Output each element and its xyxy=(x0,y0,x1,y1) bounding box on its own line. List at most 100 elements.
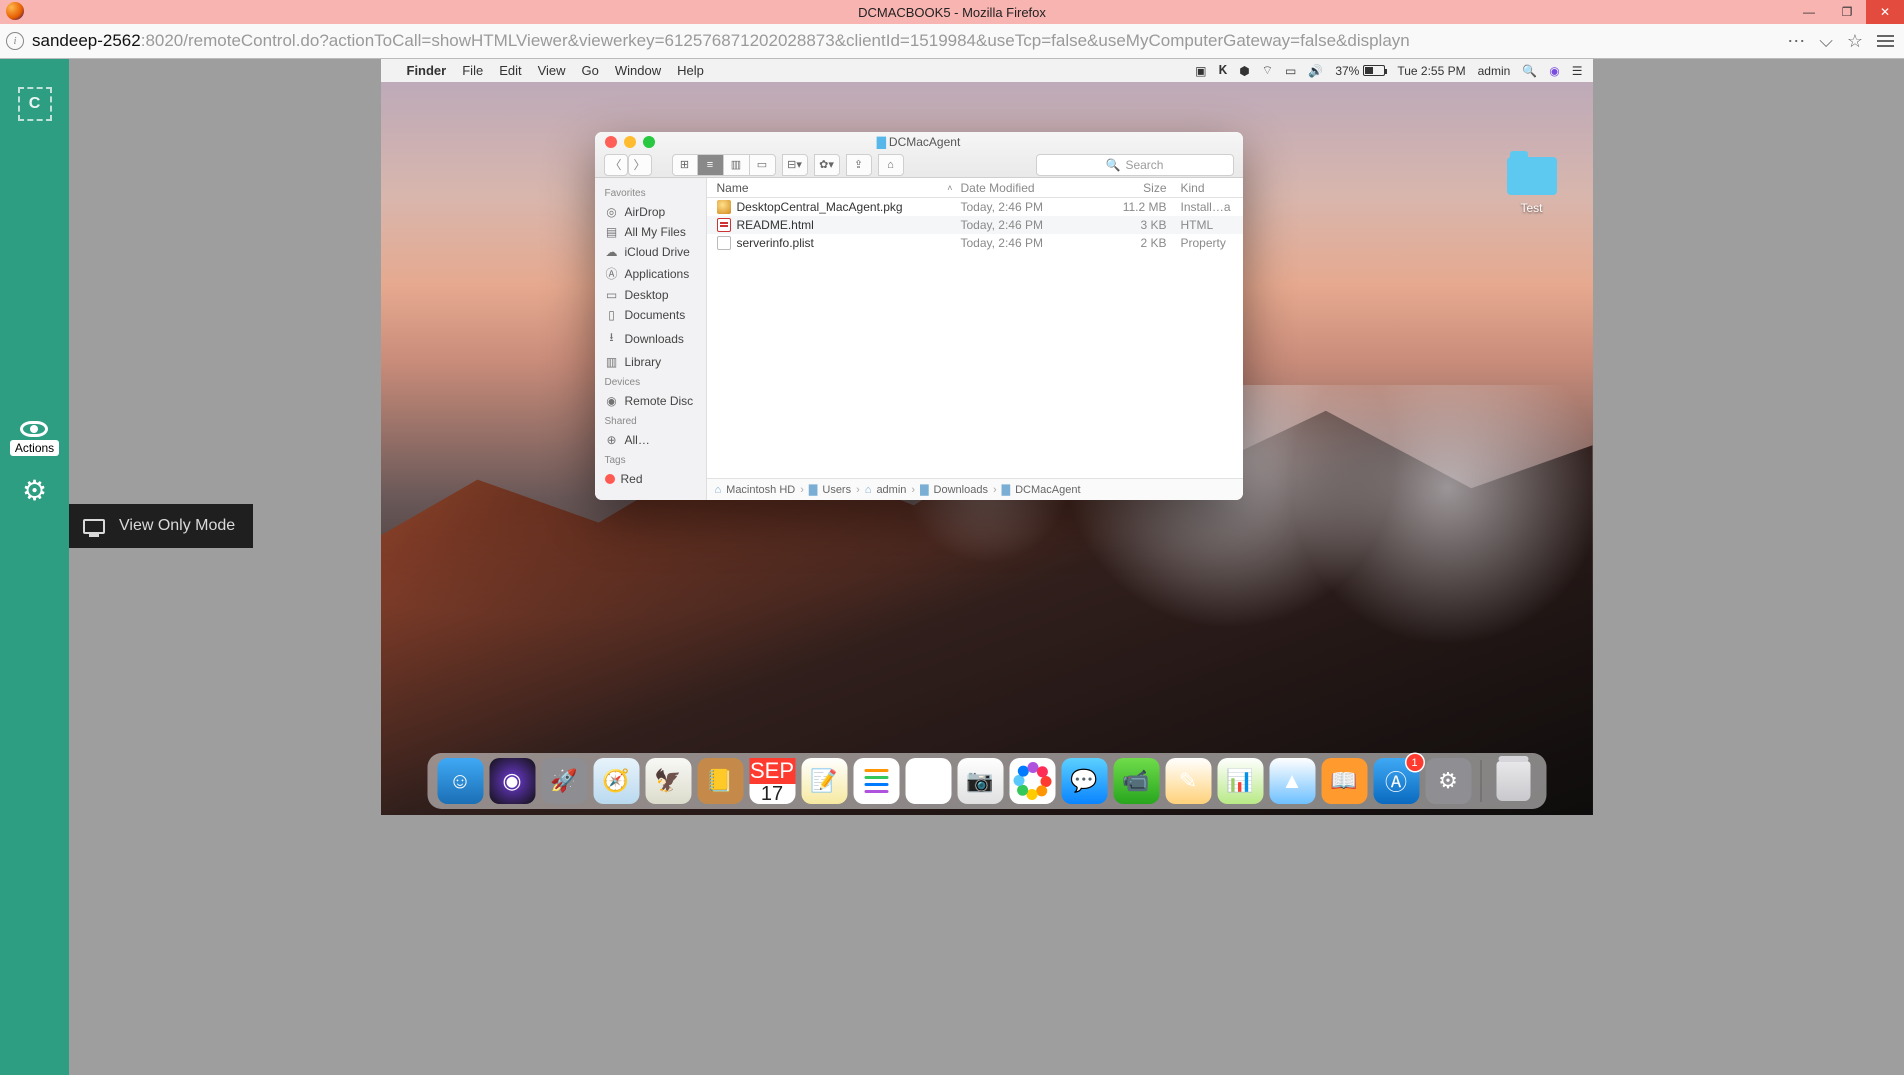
finder-search-input[interactable]: 🔍 Search xyxy=(1036,154,1234,176)
column-size[interactable]: Size xyxy=(1103,181,1177,195)
dock-finder[interactable]: ☺ xyxy=(437,758,483,804)
bookmark-star-icon[interactable]: ☆ xyxy=(1847,31,1863,52)
sidebar-item-applications[interactable]: ⒶApplications xyxy=(603,262,706,285)
column-date[interactable]: Date Modified xyxy=(961,181,1103,195)
dock-calendar[interactable]: SEP17 xyxy=(749,758,795,804)
view-only-popout[interactable]: View Only Mode xyxy=(69,504,253,548)
tags-button[interactable]: ⌂ xyxy=(878,154,904,176)
traffic-zoom-button[interactable] xyxy=(643,136,655,148)
menubar-extra-icon-2[interactable]: 𝐊 xyxy=(1219,63,1228,78)
url-input[interactable]: sandeep-2562:8020/remoteControl.do?actio… xyxy=(32,31,1779,51)
path-segment[interactable]: Users xyxy=(822,484,851,496)
menu-file[interactable]: File xyxy=(462,63,483,78)
more-icon[interactable]: ⋯ xyxy=(1787,31,1805,52)
dock-keynote[interactable]: ▲ xyxy=(1269,758,1315,804)
view-icon-button[interactable]: ⊞ xyxy=(672,154,698,176)
view-coverflow-button[interactable]: ▭ xyxy=(750,154,776,176)
dock-facetime[interactable]: 📹 xyxy=(1113,758,1159,804)
notification-center-icon[interactable]: ☰ xyxy=(1572,64,1583,78)
volume-icon[interactable]: 🔊 xyxy=(1308,64,1323,78)
dock-numbers[interactable]: 📊 xyxy=(1217,758,1263,804)
traffic-close-button[interactable] xyxy=(605,136,617,148)
window-minimize-button[interactable]: — xyxy=(1790,0,1828,24)
menubar-user[interactable]: admin xyxy=(1478,64,1511,78)
sidebar-item-remotedisc[interactable]: ◉Remote Disc xyxy=(603,391,706,411)
dock-safari[interactable]: 🧭 xyxy=(593,758,639,804)
sidebar-item-icloud[interactable]: ☁iCloud Drive xyxy=(603,242,706,262)
sidebar-item-tag-red[interactable]: Red xyxy=(603,469,706,489)
desktop-folder-test[interactable]: Test xyxy=(1507,157,1557,215)
siri-menubar-icon[interactable]: ◉ xyxy=(1549,64,1559,78)
sidebar-item-library[interactable]: ▥Library xyxy=(603,352,706,372)
app-logo-icon[interactable] xyxy=(18,87,52,121)
path-segment[interactable]: DCMacAgent xyxy=(1015,484,1080,496)
menubar-extra-icon-3[interactable]: ⬢ xyxy=(1239,64,1249,78)
mac-desktop[interactable]: Finder File Edit View Go Window Help ▣ 𝐊… xyxy=(381,59,1593,815)
finder-pathbar[interactable]: ⌂Macintosh HD›▇Users›⌂admin›▇Downloads›▇… xyxy=(707,478,1243,500)
dock-pages[interactable]: ✎ xyxy=(1165,758,1211,804)
file-size: 11.2 MB xyxy=(1103,200,1177,214)
sidebar-item-shared-all[interactable]: ⊕All… xyxy=(603,430,706,450)
dock-appstore[interactable]: Ⓐ1 xyxy=(1373,758,1419,804)
column-name[interactable]: Name˄ xyxy=(707,181,961,195)
finder-titlebar[interactable]: ▇DCMacAgent 〈 〉 ⊞ ≡ ▥ ▭ xyxy=(595,132,1243,178)
menu-go[interactable]: Go xyxy=(582,63,599,78)
menu-view[interactable]: View xyxy=(538,63,566,78)
dock-itunes[interactable]: ♪ xyxy=(905,758,951,804)
menubar-app-name[interactable]: Finder xyxy=(407,63,447,78)
dock-trash[interactable] xyxy=(1490,758,1536,804)
spotlight-icon[interactable]: 🔍 xyxy=(1522,64,1537,78)
dock-notes[interactable]: 📝 xyxy=(801,758,847,804)
nav-forward-button[interactable]: 〉 xyxy=(628,154,652,176)
nav-back-button[interactable]: 〈 xyxy=(604,154,628,176)
dock-contacts[interactable]: 📒 xyxy=(697,758,743,804)
dock-mail[interactable]: 🦅 xyxy=(645,758,691,804)
view-list-button[interactable]: ≡ xyxy=(698,154,724,176)
menu-icon[interactable] xyxy=(1877,35,1894,47)
menubar-clock[interactable]: Tue 2:55 PM xyxy=(1397,64,1465,78)
path-segment[interactable]: Downloads xyxy=(934,484,988,496)
menubar-extra-icon-1[interactable]: ▣ xyxy=(1195,64,1206,78)
dock-photobooth[interactable]: 📷 xyxy=(957,758,1003,804)
sidebar-section-shared: Shared xyxy=(605,416,706,427)
window-maximize-button[interactable]: ❐ xyxy=(1828,0,1866,24)
actions-button[interactable]: Actions xyxy=(10,421,59,456)
network-icon: ⊕ xyxy=(605,433,619,447)
view-mode-segment[interactable]: ⊞ ≡ ▥ ▭ xyxy=(672,154,776,176)
path-segment[interactable]: admin xyxy=(876,484,906,496)
action-gear-button[interactable]: ✿▾ xyxy=(814,154,840,176)
wifi-icon[interactable]: ⌔ xyxy=(1262,63,1273,78)
dock-launchpad[interactable]: 🚀 xyxy=(541,758,587,804)
menu-window[interactable]: Window xyxy=(615,63,661,78)
share-button[interactable]: ⇪ xyxy=(846,154,872,176)
sidebar-item-airdrop[interactable]: ◎AirDrop xyxy=(603,202,706,222)
sidebar-item-allmyfiles[interactable]: ▤All My Files xyxy=(603,222,706,242)
view-column-button[interactable]: ▥ xyxy=(724,154,750,176)
file-row[interactable]: README.htmlToday, 2:46 PM3 KBHTML xyxy=(707,216,1243,234)
sidebar-item-downloads[interactable]: ⭳Downloads xyxy=(603,325,706,352)
dock-reminders[interactable] xyxy=(853,758,899,804)
battery-status[interactable]: 37% xyxy=(1335,64,1385,78)
sidebar-section-devices: Devices xyxy=(605,377,706,388)
dock-siri[interactable]: ◉ xyxy=(489,758,535,804)
file-row[interactable]: DesktopCentral_MacAgent.pkgToday, 2:46 P… xyxy=(707,198,1243,216)
arrange-button[interactable]: ⊟▾ xyxy=(782,154,808,176)
dock-systemprefs[interactable]: ⚙ xyxy=(1425,758,1471,804)
dock-photos[interactable] xyxy=(1009,758,1055,804)
display-icon[interactable]: ▭ xyxy=(1285,64,1296,78)
finder-window[interactable]: ▇DCMacAgent 〈 〉 ⊞ ≡ ▥ ▭ xyxy=(595,132,1243,500)
window-close-button[interactable]: ✕ xyxy=(1866,0,1904,24)
sidebar-item-documents[interactable]: ▯Documents xyxy=(603,305,706,325)
file-row[interactable]: serverinfo.plistToday, 2:46 PM2 KBProper… xyxy=(707,234,1243,252)
settings-gear-icon[interactable]: ⚙ xyxy=(22,474,47,507)
site-info-icon[interactable]: i xyxy=(6,32,24,50)
dock-ibooks[interactable]: 📖 xyxy=(1321,758,1367,804)
column-kind[interactable]: Kind xyxy=(1177,181,1243,195)
sidebar-item-desktop[interactable]: ▭Desktop xyxy=(603,285,706,305)
pocket-icon[interactable]: ⌵ xyxy=(1819,31,1833,52)
menu-edit[interactable]: Edit xyxy=(499,63,521,78)
path-segment[interactable]: Macintosh HD xyxy=(726,484,795,496)
traffic-minimize-button[interactable] xyxy=(624,136,636,148)
menu-help[interactable]: Help xyxy=(677,63,704,78)
dock-messages[interactable]: 💬 xyxy=(1061,758,1107,804)
